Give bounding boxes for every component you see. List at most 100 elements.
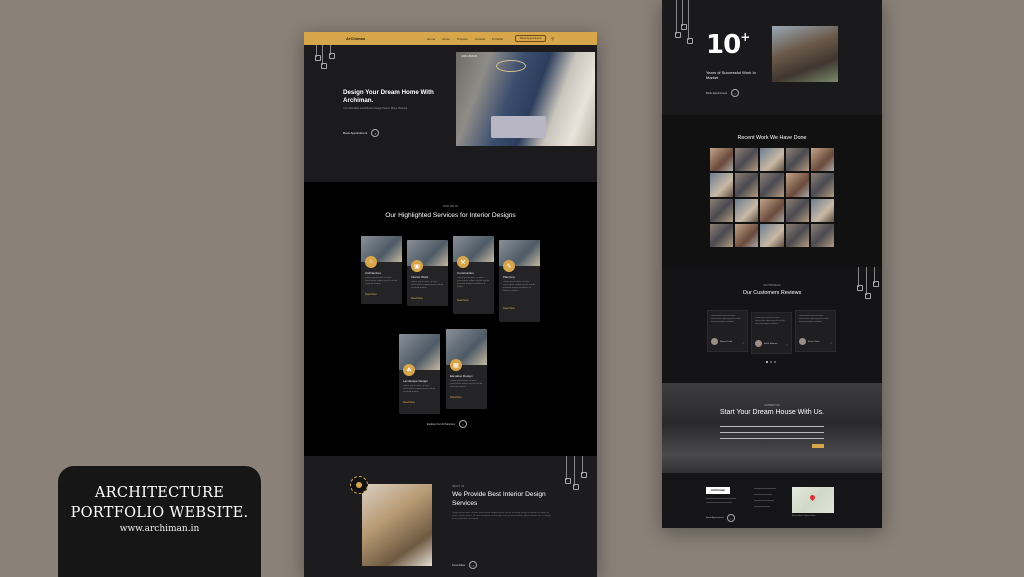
gallery-item[interactable] bbox=[810, 223, 834, 247]
nav-link-about[interactable]: About bbox=[442, 37, 450, 41]
gallery-item[interactable] bbox=[760, 148, 784, 172]
service-desc: Lorem ipsum dolor sit amet consectetur a… bbox=[411, 281, 444, 289]
read-more-link[interactable]: Read More bbox=[503, 307, 540, 310]
gallery-item[interactable] bbox=[735, 198, 759, 222]
service-title: Interior Work bbox=[411, 275, 429, 279]
pendant-lamp-icon bbox=[572, 456, 579, 490]
gallery-item[interactable] bbox=[710, 173, 734, 197]
nav-link-portfolio[interactable]: Portfolio bbox=[492, 37, 503, 41]
caption-line-1: ARCHITECTURE bbox=[94, 485, 225, 501]
know-more-button[interactable]: Know More › bbox=[452, 561, 478, 569]
caption-box: ARCHITECTURE PORTFOLIO WEBSITE. www.arch… bbox=[58, 466, 261, 577]
gallery-item[interactable] bbox=[785, 223, 809, 247]
stats-book-button[interactable]: Book Appointment › bbox=[706, 89, 740, 97]
footer-book-button[interactable]: Book Appointment › bbox=[706, 514, 735, 522]
hero-book-button[interactable]: Book Appointment › bbox=[343, 129, 380, 137]
years-label: Years of Successful Work In Market bbox=[706, 70, 756, 80]
hero-image-caption: ARCHIMAN bbox=[461, 54, 478, 58]
quote-icon: ” bbox=[786, 345, 788, 351]
footer-address: Ahmedabad, Gujarat India bbox=[792, 515, 816, 517]
footer-link-line[interactable] bbox=[754, 494, 772, 495]
email-field[interactable] bbox=[720, 432, 824, 433]
about-eyebrow: ABOUT US bbox=[452, 485, 465, 488]
house-icon: ⌂ bbox=[365, 256, 377, 268]
service-desc: Lorem ipsum dolor sit amet consectetur a… bbox=[457, 277, 490, 288]
service-card-planning[interactable]: ✎ Planning Lorem ipsum dolor sit amet co… bbox=[499, 240, 540, 322]
site-logo[interactable]: ArChiman bbox=[346, 36, 365, 41]
service-title: Construction bbox=[457, 271, 474, 275]
gallery-item[interactable] bbox=[735, 223, 759, 247]
nav-link-contact[interactable]: Contact bbox=[475, 37, 485, 41]
footer-link-line[interactable] bbox=[754, 500, 774, 501]
services-title: Our Highlighted Services for Interior De… bbox=[385, 212, 516, 219]
review-card: Lorem ipsum dolor sit amet consectetur a… bbox=[751, 312, 792, 354]
arrow-right-icon: › bbox=[371, 129, 380, 137]
gallery-item[interactable] bbox=[760, 198, 784, 222]
book-appointment-button[interactable]: Book Appointment bbox=[515, 35, 547, 42]
about-desc: Lorem ipsum dolor sit amet consectetur a… bbox=[452, 512, 551, 521]
know-more-label: Know More bbox=[452, 563, 466, 567]
contact-form bbox=[720, 426, 824, 448]
footer-logo[interactable]: ArChiman bbox=[706, 487, 730, 494]
message-field[interactable] bbox=[720, 438, 824, 439]
avatar bbox=[799, 338, 806, 345]
gallery-item[interactable] bbox=[710, 223, 734, 247]
tree-icon: ☘ bbox=[403, 364, 415, 376]
caption-url: www.archiman.in bbox=[119, 524, 200, 534]
search-icon[interactable]: ⚲ bbox=[551, 36, 554, 41]
service-card-elevation[interactable]: ▦ Elevation Design Lorem ipsum dolor sit… bbox=[446, 329, 487, 409]
gallery-item[interactable] bbox=[735, 148, 759, 172]
nav-link-home[interactable]: Home bbox=[427, 37, 435, 41]
review-text: Lorem ipsum dolor sit amet consectetur a… bbox=[755, 317, 785, 325]
name-field[interactable] bbox=[720, 426, 824, 427]
gallery-item[interactable] bbox=[810, 198, 834, 222]
nav-link-projects[interactable]: Projects bbox=[457, 37, 468, 41]
pendant-lamp-icon bbox=[872, 267, 879, 287]
reviews-section: TESTIMONIALS Our Customers Reviews Lorem… bbox=[662, 267, 882, 383]
carousel-dots[interactable] bbox=[766, 361, 776, 363]
footer-link-line[interactable] bbox=[754, 488, 776, 489]
service-desc: Lorem ipsum dolor sit amet consectetur a… bbox=[450, 380, 483, 388]
read-more-link[interactable]: Read More bbox=[403, 401, 440, 404]
gallery-item[interactable] bbox=[710, 198, 734, 222]
service-card-landscape[interactable]: ☘ Landscape Design Lorem ipsum dolor sit… bbox=[399, 334, 440, 414]
read-more-link[interactable]: Read More bbox=[365, 293, 402, 296]
caption-line-2: PORTFOLIO WEBSITE. bbox=[70, 505, 249, 521]
building-icon: ▦ bbox=[450, 359, 462, 371]
submit-button[interactable] bbox=[812, 444, 824, 448]
gallery-item[interactable] bbox=[810, 173, 834, 197]
gallery-item[interactable] bbox=[785, 198, 809, 222]
read-more-link[interactable]: Read More bbox=[457, 299, 494, 302]
rotating-badge-icon bbox=[350, 476, 368, 494]
gallery-item[interactable] bbox=[735, 173, 759, 197]
gallery-item[interactable] bbox=[760, 223, 784, 247]
avatar bbox=[711, 338, 718, 345]
service-card-interior[interactable]: ▣ Interior Work Lorem ipsum dolor sit am… bbox=[407, 240, 448, 306]
sofa-icon: ▣ bbox=[411, 260, 423, 272]
location-map[interactable] bbox=[792, 487, 834, 513]
service-card-construction[interactable]: ⚒ Construction Lorem ipsum dolor sit ame… bbox=[453, 236, 494, 314]
hero-book-label: Book Appointment bbox=[343, 131, 368, 135]
read-more-link[interactable]: Read More bbox=[450, 396, 487, 399]
pendant-lamp-icon bbox=[314, 45, 321, 61]
gallery-item[interactable] bbox=[710, 148, 734, 172]
gallery-item[interactable] bbox=[760, 173, 784, 197]
gallery-item[interactable] bbox=[785, 173, 809, 197]
service-card-architecture[interactable]: ⌂ Architecture Lorem ipsum dolor sit ame… bbox=[361, 236, 402, 304]
read-more-link[interactable]: Read More bbox=[411, 297, 448, 300]
years-number: 10 bbox=[706, 30, 741, 60]
about-title: We Provide Best Interior Design Services bbox=[452, 491, 546, 507]
services-section: WHAT WE DO Our Highlighted Services for … bbox=[304, 182, 597, 457]
pendant-lamp-icon bbox=[564, 456, 571, 484]
review-text: Lorem ipsum dolor sit amet consectetur a… bbox=[711, 315, 741, 323]
hero-subtitle: Your Affordable and Effective Design Par… bbox=[343, 107, 408, 110]
explore-label: Explore Our All Services bbox=[427, 422, 455, 426]
gallery-item[interactable] bbox=[785, 148, 809, 172]
pendant-lamp-icon bbox=[674, 0, 681, 38]
footer-link-line[interactable] bbox=[754, 506, 770, 507]
about-section: ABOUT US We Provide Best Interior Design… bbox=[304, 456, 597, 577]
gallery-item[interactable] bbox=[810, 148, 834, 172]
explore-services-button[interactable]: Explore Our All Services › bbox=[427, 420, 467, 428]
service-desc: Lorem ipsum dolor sit amet consectetur a… bbox=[365, 277, 398, 285]
arrow-right-icon: › bbox=[458, 420, 467, 428]
